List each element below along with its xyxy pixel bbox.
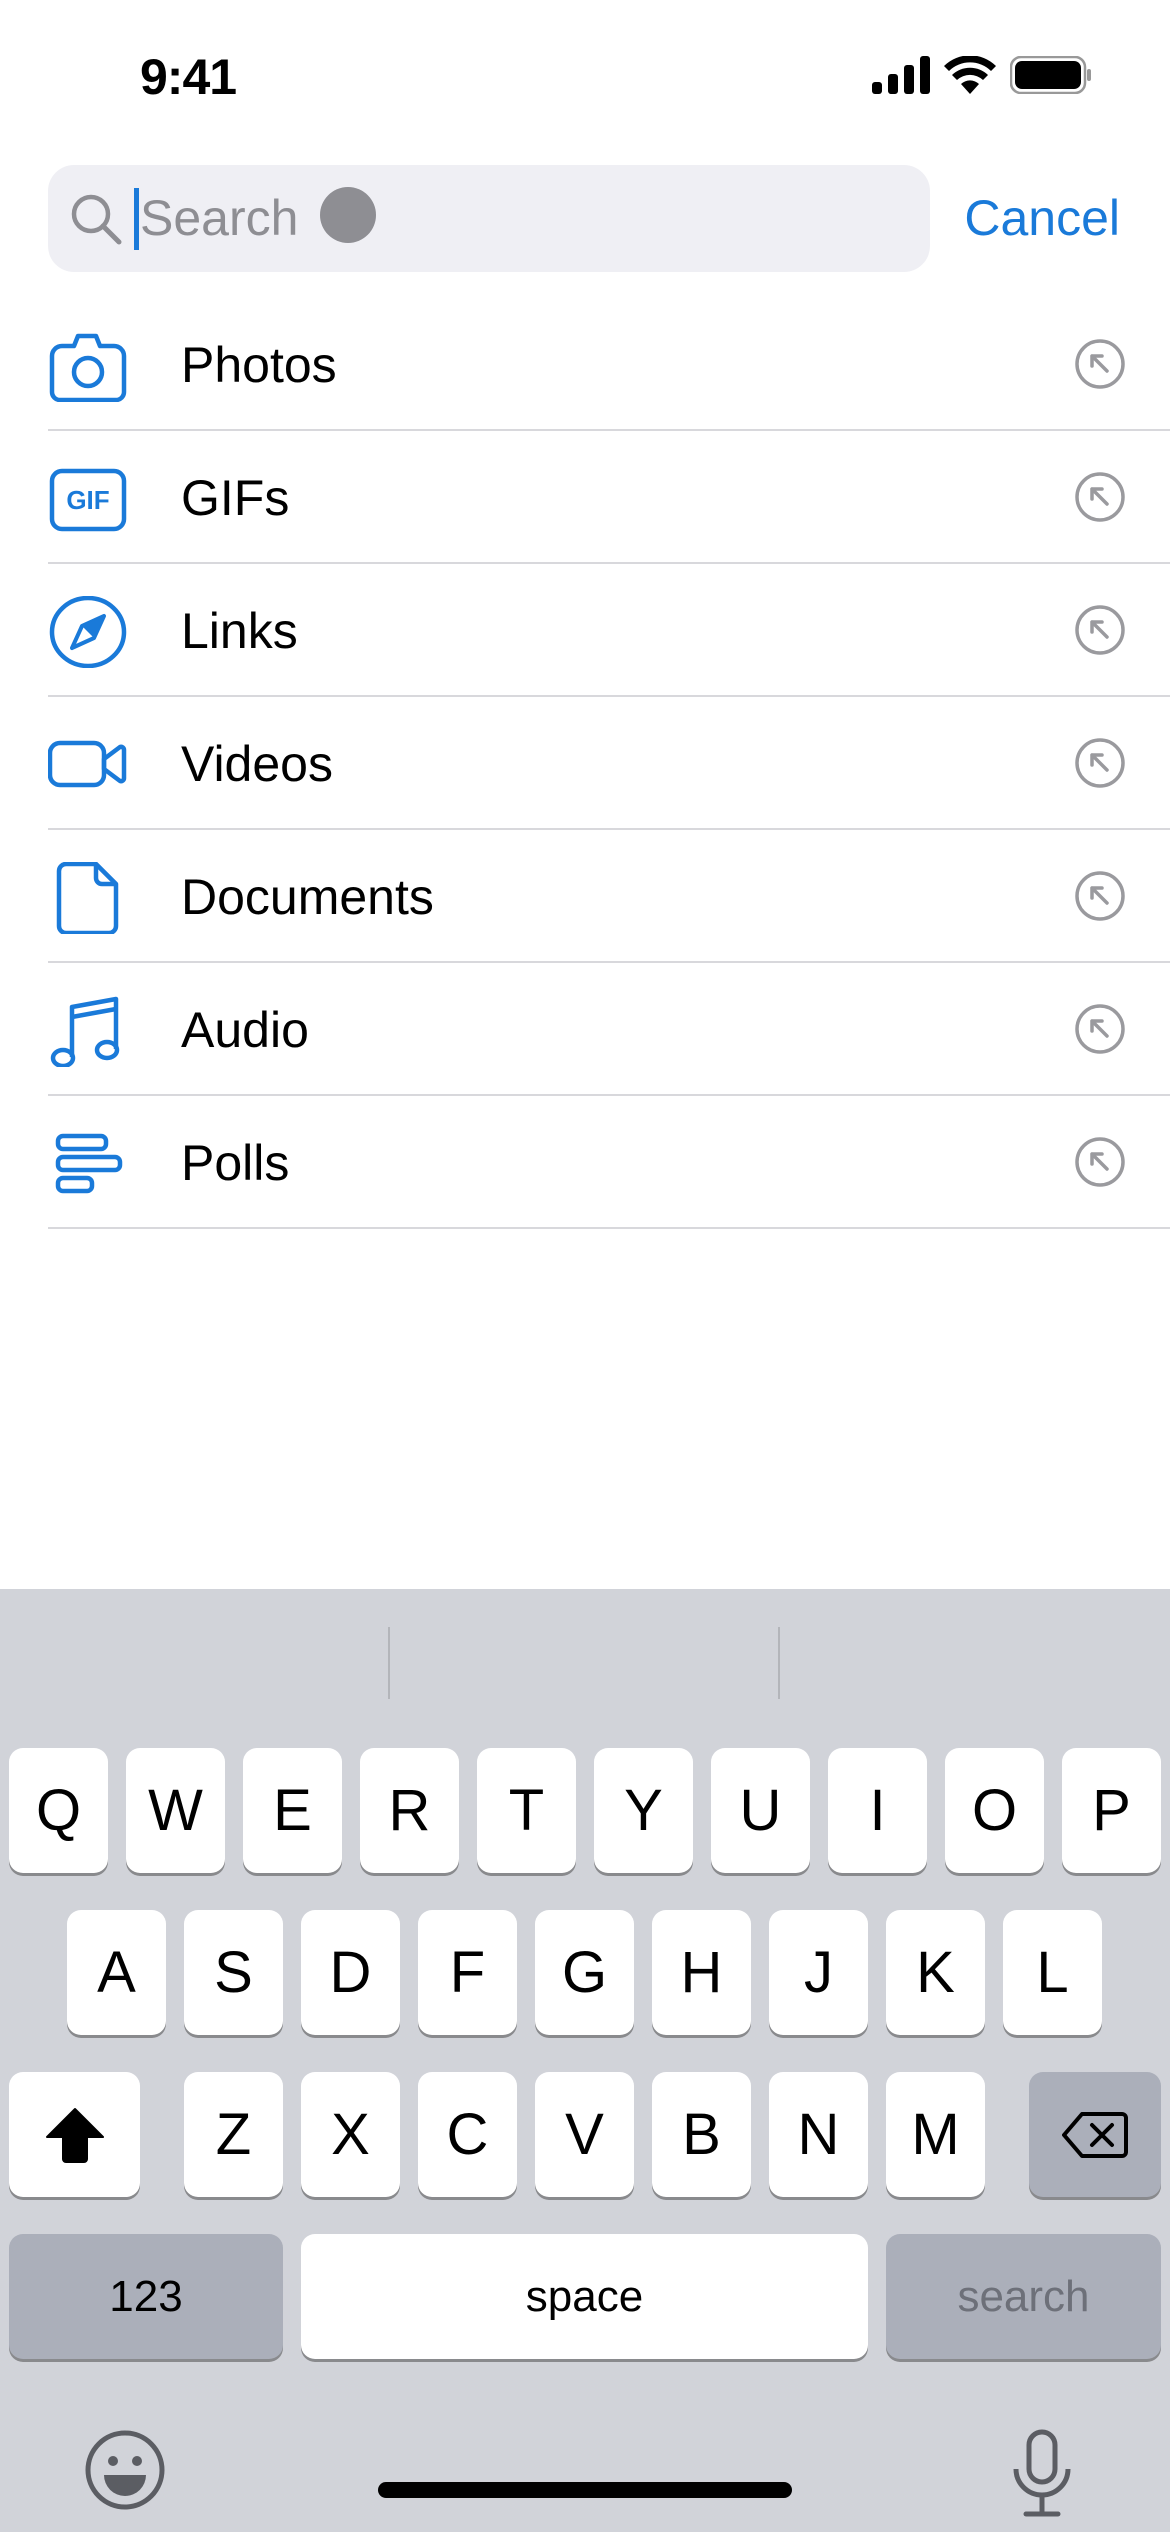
key-s[interactable]: S bbox=[184, 1910, 283, 2035]
arrow-up-left-circle-icon[interactable] bbox=[1074, 737, 1126, 789]
key-f[interactable]: F bbox=[418, 1910, 517, 2035]
suggestion-divider bbox=[778, 1627, 780, 1699]
list-item-gifs[interactable]: GIF GIFs bbox=[48, 431, 1170, 564]
poll-icon bbox=[55, 1133, 123, 1194]
key-q[interactable]: Q bbox=[9, 1748, 108, 1873]
arrow-up-left-circle-icon[interactable] bbox=[1074, 1003, 1126, 1055]
key-n[interactable]: N bbox=[769, 2072, 868, 2197]
list-item-label: Documents bbox=[181, 869, 434, 925]
search-row: Search Cancel bbox=[48, 165, 1120, 272]
key-a[interactable]: A bbox=[67, 1910, 166, 2035]
status-time: 9:41 bbox=[140, 49, 237, 105]
delete-key[interactable] bbox=[1029, 2072, 1161, 2197]
gif-icon-text: GIF bbox=[66, 485, 109, 515]
key-i[interactable]: I bbox=[828, 1748, 927, 1873]
key-k[interactable]: K bbox=[886, 1910, 985, 2035]
list-item-links[interactable]: Links bbox=[48, 564, 1170, 697]
arrow-up-left-circle-icon[interactable] bbox=[1074, 471, 1126, 523]
key-x[interactable]: X bbox=[301, 2072, 400, 2197]
key-o[interactable]: O bbox=[945, 1748, 1044, 1873]
key-j[interactable]: J bbox=[769, 1910, 868, 2035]
space-key[interactable]: space bbox=[301, 2234, 868, 2359]
shift-icon bbox=[45, 2107, 104, 2163]
key-p[interactable]: P bbox=[1062, 1748, 1161, 1873]
shift-key[interactable] bbox=[9, 2072, 140, 2197]
keyboard: Q W E R T Y U I O P A S D F G H J K L Z … bbox=[0, 1589, 1170, 2532]
home-indicator[interactable] bbox=[378, 2482, 792, 2498]
key-g[interactable]: G bbox=[535, 1910, 634, 2035]
arrow-up-left-circle-icon[interactable] bbox=[1074, 870, 1126, 922]
cellular-signal-icon bbox=[872, 56, 930, 94]
music-note-icon bbox=[50, 996, 120, 1067]
key-m[interactable]: M bbox=[886, 2072, 985, 2197]
arrow-up-left-circle-icon[interactable] bbox=[1074, 604, 1126, 656]
camera-icon bbox=[49, 333, 127, 402]
key-v[interactable]: V bbox=[535, 2072, 634, 2197]
dictation-indicator bbox=[320, 187, 376, 243]
numbers-key[interactable]: 123 bbox=[9, 2234, 283, 2359]
key-d[interactable]: D bbox=[301, 1910, 400, 2035]
key-l[interactable]: L bbox=[1003, 1910, 1102, 2035]
key-h[interactable]: H bbox=[652, 1910, 751, 2035]
key-y[interactable]: Y bbox=[594, 1748, 693, 1873]
list-item-label: Links bbox=[181, 603, 298, 659]
key-u[interactable]: U bbox=[711, 1748, 810, 1873]
key-e[interactable]: E bbox=[243, 1748, 342, 1873]
list-item-videos[interactable]: Videos bbox=[48, 697, 1170, 830]
compass-icon bbox=[49, 596, 127, 668]
arrow-up-left-circle-icon[interactable] bbox=[1074, 338, 1126, 390]
search-input[interactable]: Search bbox=[48, 165, 930, 272]
gif-icon: GIF bbox=[49, 468, 127, 532]
suggestion-divider bbox=[388, 1627, 390, 1699]
search-key[interactable]: search bbox=[886, 2234, 1161, 2359]
microphone-icon[interactable] bbox=[1010, 2429, 1074, 2519]
arrow-up-left-circle-icon[interactable] bbox=[1074, 1136, 1126, 1188]
list-item-label: Videos bbox=[181, 736, 333, 792]
search-icon bbox=[71, 194, 122, 245]
category-list: Photos GIF GIFs Links Videos Documents A… bbox=[48, 298, 1170, 1229]
key-w[interactable]: W bbox=[126, 1748, 225, 1873]
battery-icon bbox=[1010, 56, 1091, 94]
key-r[interactable]: R bbox=[360, 1748, 459, 1873]
list-item-label: Photos bbox=[181, 337, 337, 393]
emoji-icon[interactable] bbox=[84, 2429, 166, 2511]
key-c[interactable]: C bbox=[418, 2072, 517, 2197]
key-t[interactable]: T bbox=[477, 1748, 576, 1873]
status-icons bbox=[872, 56, 1092, 94]
wifi-icon bbox=[944, 56, 996, 94]
search-placeholder: Search bbox=[140, 190, 299, 246]
list-item-polls[interactable]: Polls bbox=[48, 1096, 1170, 1229]
list-item-photos[interactable]: Photos bbox=[48, 298, 1170, 431]
text-cursor bbox=[134, 188, 139, 250]
list-item-label: GIFs bbox=[181, 470, 290, 526]
list-item-label: Polls bbox=[181, 1135, 290, 1191]
list-item-audio[interactable]: Audio bbox=[48, 963, 1170, 1096]
list-item-documents[interactable]: Documents bbox=[48, 830, 1170, 963]
video-camera-icon bbox=[48, 740, 127, 788]
document-icon bbox=[56, 862, 119, 934]
key-b[interactable]: B bbox=[652, 2072, 751, 2197]
delete-backward-icon bbox=[1062, 2111, 1128, 2158]
cancel-button[interactable]: Cancel bbox=[964, 189, 1120, 247]
list-item-label: Audio bbox=[181, 1002, 309, 1058]
key-z[interactable]: Z bbox=[184, 2072, 283, 2197]
status-bar: 9:41 bbox=[0, 0, 1170, 150]
